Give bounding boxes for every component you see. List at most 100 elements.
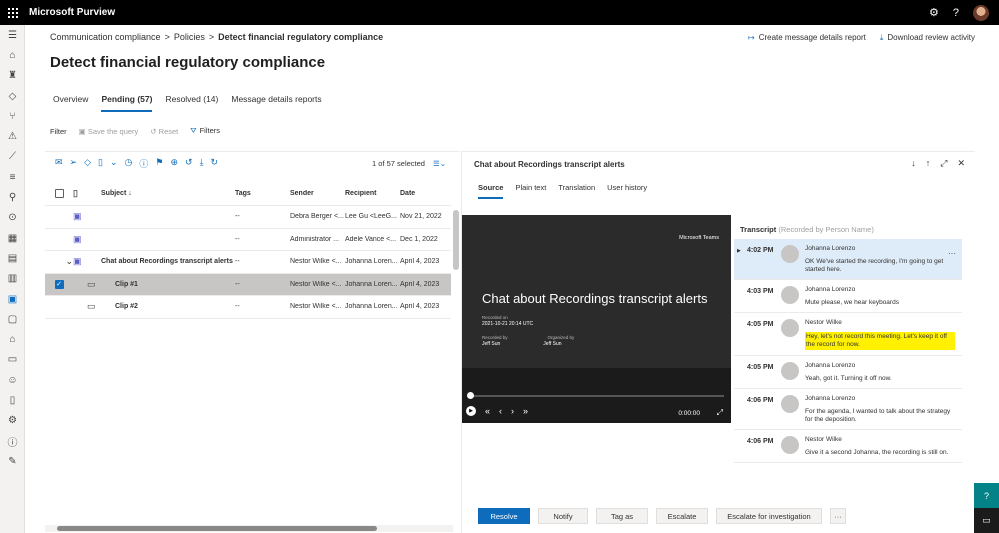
transcript-entry[interactable]: 4:06 PM Nestor Wilke Give it a second Jo… xyxy=(734,430,962,463)
tag-as-button[interactable]: Tag as xyxy=(596,508,648,524)
tab-overview[interactable]: Overview xyxy=(53,94,88,112)
fullscreen-icon[interactable]: ⤢ xyxy=(717,408,723,418)
download-icon[interactable]: ▯ xyxy=(98,157,103,170)
remediate-icon[interactable]: ⊕ xyxy=(170,157,178,170)
workflow-icon[interactable]: ⑂ xyxy=(0,106,25,126)
lock-icon[interactable]: ▢ xyxy=(0,309,25,329)
help-icon[interactable]: ? xyxy=(974,483,999,508)
export-icon[interactable]: ⤓ xyxy=(200,157,204,170)
chat-icon[interactable]: ▭ xyxy=(974,508,999,533)
notify-button[interactable]: Notify xyxy=(538,508,588,524)
play-icon[interactable]: ▶ xyxy=(466,406,476,416)
scrollbar-thumb[interactable] xyxy=(57,526,377,531)
expand-icon[interactable]: ⤢ xyxy=(940,158,947,169)
rewind-icon[interactable]: « xyxy=(485,406,490,416)
gear-icon[interactable]: ⚙ xyxy=(929,6,939,19)
tab-translation[interactable]: Translation xyxy=(558,183,595,199)
table-row[interactable]: ▣ -- Debra Berger <... Lee Gu <LeeG... N… xyxy=(45,206,451,229)
download-review-button[interactable]: ⤓ Download review activity xyxy=(880,33,975,43)
table-row[interactable]: ⌄ ▣ Chat about Recordings transcript ale… xyxy=(45,251,451,274)
tag-icon[interactable]: ◇ xyxy=(0,86,25,106)
communication-icon[interactable]: ▣ xyxy=(0,289,25,309)
video-player[interactable]: Microsoft Teams Chat about Recordings tr… xyxy=(462,215,731,423)
next-icon[interactable]: › xyxy=(511,406,514,416)
chart-icon[interactable]: ⟋ xyxy=(0,147,25,167)
table-row[interactable]: ✓ ▭ Clip #1 -- Nestor Wilke <... Johanna… xyxy=(45,273,451,296)
document-icon[interactable]: ▤ xyxy=(0,248,25,268)
bank-icon[interactable]: ⌂ xyxy=(0,329,25,349)
user-avatar[interactable] xyxy=(973,4,989,21)
tag-icon[interactable]: ◇ xyxy=(84,157,91,170)
medal-icon[interactable]: ⊙ xyxy=(0,208,25,228)
create-report-button[interactable]: ↦ Create message details report xyxy=(748,33,866,43)
table-row[interactable]: ▣ -- Administrator ... Adele Vance <... … xyxy=(45,229,451,251)
refresh-icon[interactable]: ↻ xyxy=(211,157,219,170)
transcript-entry[interactable]: 4:05 PM Nestor Wilke Hey, let's not reco… xyxy=(734,313,962,356)
breadcrumb-policies[interactable]: Policies xyxy=(174,32,205,42)
tab-resolved[interactable]: Resolved (14) xyxy=(165,94,218,112)
tab-plain-text[interactable]: Plain text xyxy=(515,183,546,199)
filters-button[interactable]: ⛛ Filters xyxy=(190,126,220,136)
horizontal-scrollbar[interactable] xyxy=(45,525,453,532)
transcript-entry[interactable]: 4:06 PM Johanna Lorenzo For the agenda, … xyxy=(734,389,962,430)
help-icon[interactable]: ? xyxy=(953,7,959,19)
vertical-scrollbar[interactable] xyxy=(453,210,459,270)
column-date[interactable]: Date xyxy=(400,190,450,197)
fast-forward-icon[interactable]: » xyxy=(523,406,528,416)
escalate-investigation-button[interactable]: Escalate for investigation xyxy=(716,508,822,524)
waffle-icon[interactable] xyxy=(0,0,25,25)
user-search-icon[interactable]: ☺ xyxy=(0,370,25,390)
gear-icon[interactable]: ⚙ xyxy=(0,411,25,431)
table-row[interactable]: ▭ Clip #2 -- Nestor Wilke <... Johanna L… xyxy=(45,296,451,319)
report-icon[interactable]: ▥ xyxy=(0,269,25,289)
escalate-button[interactable]: Escalate xyxy=(656,508,708,524)
arrow-down-icon[interactable]: ↓ xyxy=(911,158,916,169)
transcript-entry[interactable]: 4:03 PM Johanna Lorenzo Mute please, we … xyxy=(734,280,962,313)
save-query-button[interactable]: ▣ Save the query xyxy=(79,127,139,136)
reset-button[interactable]: ↺ Reset xyxy=(150,127,178,136)
edit-icon[interactable]: ✎ xyxy=(0,451,25,471)
column-subject[interactable]: Subject ↓ xyxy=(95,190,235,197)
info-icon[interactable]: ⓘ xyxy=(0,431,25,451)
resolve-button[interactable]: Resolve xyxy=(478,508,530,524)
tab-user-history[interactable]: User history xyxy=(607,183,647,199)
info-icon[interactable]: ⓘ xyxy=(139,157,148,170)
chevron-down-icon[interactable]: ⌄ xyxy=(45,256,73,267)
transcript-entry[interactable]: ▶ 4:02 PM Johanna Lorenzo OK We've start… xyxy=(734,239,962,280)
tab-pending[interactable]: Pending (57) xyxy=(101,94,153,112)
home-icon[interactable]: ⌂ xyxy=(0,45,25,65)
previous-icon[interactable]: ‹ xyxy=(499,406,502,416)
select-all-checkbox[interactable] xyxy=(54,189,64,198)
settings-sliders-icon[interactable]: ≡ xyxy=(0,167,25,187)
more-options-icon[interactable]: ··· xyxy=(948,249,956,258)
tab-source[interactable]: Source xyxy=(478,183,504,199)
trophy-icon[interactable]: ♜ xyxy=(0,66,25,86)
row-checkbox[interactable]: ✓ xyxy=(54,279,64,289)
notify-icon[interactable]: ➢ xyxy=(70,157,78,170)
more-actions-button[interactable]: ··· xyxy=(830,508,846,524)
menu-icon[interactable]: ☰ xyxy=(0,25,25,45)
column-tags[interactable]: Tags xyxy=(235,190,290,197)
video-progress-bar[interactable] xyxy=(467,392,724,399)
app-title[interactable]: Microsoft Purview xyxy=(29,7,115,18)
investigate-icon[interactable]: ⚑ xyxy=(155,157,163,170)
resolve-icon[interactable]: ✉ xyxy=(55,157,63,170)
folder-icon[interactable]: ▯ xyxy=(0,390,25,410)
transcript-entry[interactable]: 4:05 PM Johanna Lorenzo Yeah, got it. Tu… xyxy=(734,356,962,389)
grid-icon[interactable]: ▦ xyxy=(0,228,25,248)
alert-icon[interactable]: ⚠ xyxy=(0,126,25,146)
play-icon[interactable]: ▶ xyxy=(737,248,741,254)
escalate-icon[interactable]: ⌄ xyxy=(110,157,118,170)
column-sender[interactable]: Sender xyxy=(290,190,345,197)
search-icon[interactable]: ⚲ xyxy=(0,187,25,207)
archive-icon[interactable]: ▭ xyxy=(0,350,25,370)
undo-icon[interactable]: ↺ xyxy=(185,157,193,170)
breadcrumb-communication-compliance[interactable]: Communication compliance xyxy=(50,32,161,42)
video-progress-knob[interactable] xyxy=(467,392,474,399)
tab-message-reports[interactable]: Message details reports xyxy=(231,94,321,112)
history-icon[interactable]: ◷ xyxy=(125,157,133,170)
list-view-icon[interactable]: ☰⌄ xyxy=(433,159,446,168)
close-icon[interactable]: ✕ xyxy=(957,158,965,169)
arrow-up-icon[interactable]: ↑ xyxy=(926,158,931,169)
column-recipient[interactable]: Recipient xyxy=(345,190,400,197)
